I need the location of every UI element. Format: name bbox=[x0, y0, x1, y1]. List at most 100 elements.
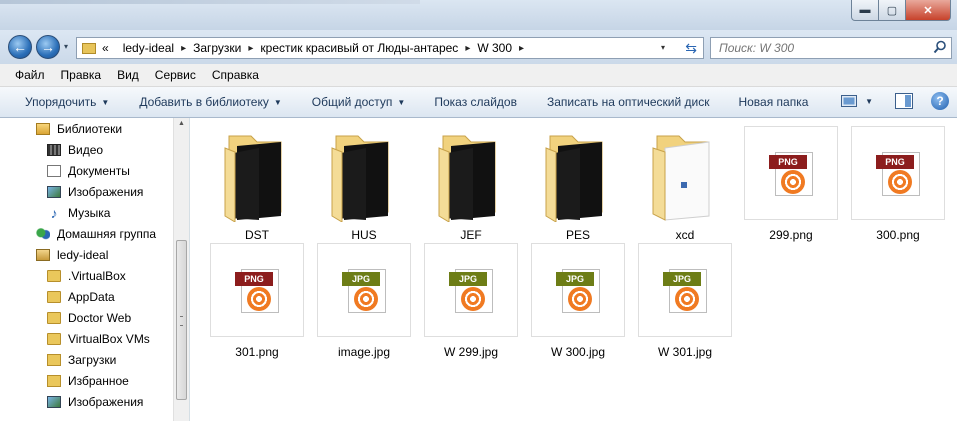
favorites-icon bbox=[47, 375, 61, 387]
address-bar[interactable]: « ledy-ideal ▸ Загрузки ▸ крестик красив… bbox=[76, 37, 704, 59]
slideshow-button[interactable]: Показ слайдов bbox=[405, 95, 517, 109]
menu-tools[interactable]: Сервис bbox=[147, 68, 204, 82]
nav-item-libraries[interactable]: Библиотеки bbox=[36, 119, 122, 139]
nav-item-label: VirtualBox VMs bbox=[68, 332, 150, 346]
organize-button[interactable]: Упорядочить ▼ bbox=[0, 95, 109, 109]
nav-item-label: Видео bbox=[68, 143, 104, 157]
search-input[interactable] bbox=[719, 41, 919, 55]
nav-item-homegroup[interactable]: Домашняя группа bbox=[36, 224, 156, 244]
close-button[interactable]: ✕ bbox=[906, 0, 951, 21]
chevron-down-icon[interactable]: ▾ bbox=[661, 43, 665, 52]
breadcrumb-item[interactable]: Загрузки bbox=[193, 41, 241, 55]
scroll-up-icon[interactable]: ▲ bbox=[178, 120, 185, 127]
help-icon[interactable]: ? bbox=[931, 92, 949, 110]
nav-item-label: Избранное bbox=[68, 374, 129, 388]
new-folder-button[interactable]: Новая папка bbox=[709, 95, 808, 109]
chevron-right-icon[interactable]: ▸ bbox=[465, 43, 470, 54]
video-icon bbox=[47, 144, 61, 156]
search-icon[interactable] bbox=[933, 40, 947, 54]
jpg-file-icon: JPG bbox=[449, 269, 497, 313]
file-name: W 299.jpg bbox=[443, 345, 499, 359]
file-name: 300.png bbox=[876, 228, 920, 242]
toolbar-icons: ▼ ? bbox=[841, 92, 949, 110]
file-name: image.jpg bbox=[337, 345, 391, 359]
file-type-badge: JPG bbox=[663, 272, 701, 286]
navigation-pane: Библиотеки Видео Документы Изображения ♪… bbox=[0, 118, 190, 421]
menu-edit[interactable]: Правка bbox=[53, 68, 110, 82]
nav-item-label: Doctor Web bbox=[68, 311, 132, 325]
minimize-button[interactable]: ▬ bbox=[851, 0, 879, 21]
folder-icon bbox=[224, 135, 282, 222]
view-options-icon[interactable] bbox=[841, 94, 858, 108]
chevron-down-icon[interactable]: ▼ bbox=[865, 97, 873, 106]
preview-pane-icon[interactable] bbox=[895, 93, 913, 109]
folder-icon bbox=[82, 42, 96, 54]
breadcrumb-item[interactable]: ledy-ideal bbox=[123, 41, 174, 55]
chevron-down-icon: ▼ bbox=[273, 97, 282, 107]
file-name: 299.png bbox=[769, 228, 813, 242]
picture-viewer-icon bbox=[568, 287, 592, 311]
thumbnail-frame: PNG bbox=[851, 126, 945, 220]
folder-icon bbox=[331, 135, 389, 222]
breadcrumb-item[interactable]: крестик красивый от Люды-антарес bbox=[260, 41, 458, 55]
jpg-file-icon: JPG bbox=[342, 269, 390, 313]
menu-help[interactable]: Справка bbox=[204, 68, 267, 82]
file-name: xcd bbox=[675, 228, 695, 242]
burn-button[interactable]: Записать на оптический диск bbox=[517, 95, 710, 109]
chevron-right-icon[interactable]: ▸ bbox=[519, 43, 524, 54]
downloads-icon bbox=[47, 354, 61, 366]
nav-item-pictures-2[interactable]: Изображения bbox=[47, 392, 143, 412]
file-name: PES bbox=[565, 228, 590, 242]
nav-item-label: Музыка bbox=[68, 206, 111, 220]
share-button[interactable]: Общий доступ ▼ bbox=[282, 95, 406, 109]
nav-item-doctor-web[interactable]: Doctor Web bbox=[47, 308, 131, 328]
nav-item-documents[interactable]: Документы bbox=[47, 161, 130, 181]
breadcrumb-item[interactable]: W 300 bbox=[477, 41, 512, 55]
picture-viewer-icon bbox=[781, 170, 805, 194]
nav-item-label: Изображения bbox=[68, 395, 144, 409]
nav-item-downloads[interactable]: Загрузки bbox=[47, 350, 116, 370]
file-name: 301.png bbox=[235, 345, 279, 359]
back-button[interactable]: ← bbox=[8, 35, 32, 59]
refresh-icon[interactable]: ⇆ bbox=[685, 40, 697, 57]
maximize-button[interactable]: ▢ bbox=[879, 0, 906, 21]
nav-item-virtualbox[interactable]: .VirtualBox bbox=[47, 266, 126, 286]
nav-item-video[interactable]: Видео bbox=[47, 140, 103, 160]
navigation-scrollbar[interactable]: ▲ bbox=[173, 118, 189, 421]
scrollbar-thumb[interactable] bbox=[176, 240, 187, 400]
nav-item-favorites[interactable]: Избранное bbox=[47, 371, 129, 391]
thumbnail-frame: JPG bbox=[424, 243, 518, 337]
picture-viewer-icon bbox=[888, 170, 912, 194]
user-folder-icon bbox=[36, 249, 50, 261]
file-type-badge: JPG bbox=[449, 272, 487, 286]
folder-icon bbox=[47, 270, 61, 282]
library-icon bbox=[36, 123, 50, 135]
nav-item-pictures[interactable]: Изображения bbox=[47, 182, 143, 202]
nav-item-label: Изображения bbox=[68, 185, 144, 199]
png-file-icon: PNG bbox=[769, 152, 817, 196]
search-box[interactable] bbox=[710, 37, 952, 59]
folder-icon bbox=[545, 135, 603, 222]
nav-item-appdata[interactable]: AppData bbox=[47, 287, 115, 307]
file-name: W 300.jpg bbox=[550, 345, 606, 359]
file-type-badge: PNG bbox=[235, 272, 273, 286]
forward-button[interactable]: → bbox=[36, 35, 60, 59]
file-list: DST HUS JEF PES xcd PNG 299.png PNG 300.… bbox=[190, 118, 957, 421]
chevron-right-icon[interactable]: ▸ bbox=[248, 43, 253, 54]
add-to-library-button[interactable]: Добавить в библиотеку ▼ bbox=[109, 95, 281, 109]
burn-label: Записать на оптический диск bbox=[546, 95, 710, 109]
folder-icon bbox=[47, 333, 61, 345]
pictures-icon bbox=[47, 186, 61, 198]
recent-pages-dropdown[interactable]: ▾ bbox=[64, 42, 68, 51]
nav-item-music[interactable]: ♪ Музыка bbox=[47, 203, 111, 223]
menu-view[interactable]: Вид bbox=[109, 68, 147, 82]
thumbnail-frame: JPG bbox=[531, 243, 625, 337]
menu-file[interactable]: Файл bbox=[0, 68, 53, 82]
nav-item-virtualbox-vms[interactable]: VirtualBox VMs bbox=[47, 329, 150, 349]
png-file-icon: PNG bbox=[235, 269, 283, 313]
chevron-right-icon[interactable]: ▸ bbox=[181, 43, 186, 54]
breadcrumb-overflow[interactable]: « bbox=[102, 41, 109, 55]
nav-item-user[interactable]: ledy-ideal bbox=[36, 245, 108, 265]
thumbnail-frame: PNG bbox=[210, 243, 304, 337]
breadcrumb: « ledy-ideal ▸ Загрузки ▸ крестик красив… bbox=[102, 41, 531, 55]
